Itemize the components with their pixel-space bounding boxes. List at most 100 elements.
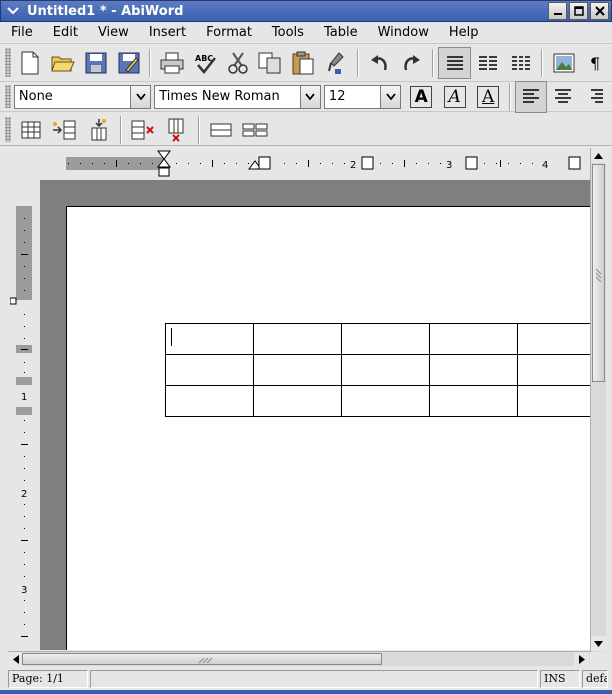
vertical-scroll-thumb[interactable]: [592, 164, 605, 382]
minimize-button[interactable]: [548, 2, 567, 20]
open-button[interactable]: [47, 47, 80, 79]
table-cell[interactable]: [253, 385, 342, 417]
table-toolbar: [0, 114, 612, 146]
style-value: None: [18, 88, 53, 104]
vertical-ruler[interactable]: 1 2 3: [9, 180, 40, 650]
align-right-button[interactable]: [580, 81, 612, 113]
horizontal-ruler[interactable]: 1 2 3 4: [10, 149, 590, 180]
chevron-down-icon[interactable]: [299, 85, 320, 108]
toolbar-grip[interactable]: [5, 117, 11, 142]
table-cell[interactable]: [253, 323, 342, 355]
table-cell[interactable]: [429, 354, 518, 386]
table-cell[interactable]: [429, 323, 518, 355]
save-as-button[interactable]: [112, 47, 145, 79]
table-cell[interactable]: [341, 323, 430, 355]
font-combo[interactable]: Times New Roman: [154, 84, 321, 109]
table-cell[interactable]: [517, 323, 590, 355]
open-folder-icon: [51, 56, 75, 71]
document-table[interactable]: [165, 323, 590, 417]
column-marker-icon[interactable]: [361, 156, 374, 170]
chevron-down-icon[interactable]: [130, 85, 151, 108]
format-toolbar: None Times New Roman 12 A A A: [0, 80, 612, 113]
save-button[interactable]: [80, 47, 113, 79]
window-menu-icon[interactable]: [3, 1, 23, 21]
table-cell[interactable]: [165, 323, 254, 355]
redo-button[interactable]: [396, 47, 429, 79]
menu-view[interactable]: View: [86, 25, 137, 40]
menu-insert[interactable]: Insert: [137, 25, 194, 40]
insert-mode-indicator[interactable]: INS: [540, 670, 580, 688]
style-combo[interactable]: None: [13, 84, 152, 109]
toolbar-grip[interactable]: [5, 84, 11, 109]
scroll-right-button[interactable]: [574, 652, 589, 667]
delete-row-button[interactable]: [126, 114, 160, 146]
standard-toolbar: ABC ¶: [0, 44, 612, 82]
italic-button[interactable]: A: [442, 85, 468, 109]
table-cell[interactable]: [253, 354, 342, 386]
table-cell[interactable]: [517, 385, 590, 417]
table-cell[interactable]: [165, 354, 254, 386]
copy-button[interactable]: [254, 47, 287, 79]
scroll-up-button[interactable]: [591, 148, 606, 163]
chevron-down-icon[interactable]: [380, 85, 401, 108]
split-cells-icon: [242, 123, 268, 136]
ruler-label-3: 3: [446, 160, 452, 171]
menu-edit[interactable]: Edit: [41, 25, 86, 40]
split-cells-button[interactable]: [238, 114, 272, 146]
toolbar-separator: [541, 48, 544, 77]
vertical-scrollbar[interactable]: [590, 148, 606, 652]
document-area[interactable]: [40, 180, 590, 650]
merge-cells-button[interactable]: [204, 114, 238, 146]
scroll-down-button[interactable]: [591, 636, 606, 651]
vertical-ruler-scale: 1 2 3: [9, 206, 32, 650]
table-cell[interactable]: [517, 354, 590, 386]
column-marker-icon[interactable]: [465, 156, 478, 170]
menu-file[interactable]: File: [0, 25, 41, 40]
toolbar-separator: [198, 115, 200, 144]
one-column-button[interactable]: [438, 46, 472, 79]
toolbar-grip[interactable]: [5, 47, 11, 78]
format-painter-button[interactable]: [320, 47, 353, 79]
menu-tools[interactable]: Tools: [260, 25, 312, 40]
horizontal-scroll-thumb[interactable]: [22, 653, 382, 665]
svg-text:¶: ¶: [590, 54, 600, 73]
cut-button[interactable]: [221, 47, 254, 79]
new-button[interactable]: [14, 47, 47, 79]
show-paragraphs-button[interactable]: ¶: [580, 47, 612, 79]
delete-column-button[interactable]: [160, 114, 194, 146]
insert-column-button[interactable]: [82, 114, 116, 146]
undo-button[interactable]: [363, 47, 396, 79]
spellcheck-button[interactable]: ABC: [188, 47, 221, 79]
scroll-left-button[interactable]: [8, 652, 23, 667]
table-cell[interactable]: [341, 385, 430, 417]
insert-table-button[interactable]: [14, 114, 48, 146]
table-cell[interactable]: [429, 385, 518, 417]
close-button[interactable]: [590, 2, 609, 20]
column-marker-icon[interactable]: [568, 156, 581, 170]
bold-button[interactable]: A: [408, 85, 434, 109]
margin-marker-icon[interactable]: [9, 297, 17, 305]
insert-row-button[interactable]: [48, 114, 82, 146]
vruler-label-3: 3: [21, 585, 27, 596]
menu-help[interactable]: Help: [437, 25, 487, 40]
align-left-button[interactable]: [514, 80, 548, 113]
font-size-combo[interactable]: 12: [323, 84, 402, 109]
two-columns-button[interactable]: [471, 47, 504, 79]
table-cell[interactable]: [165, 385, 254, 417]
table-cell[interactable]: [341, 354, 430, 386]
align-center-icon: [555, 88, 572, 103]
align-center-button[interactable]: [547, 81, 579, 113]
insert-image-button[interactable]: [547, 47, 580, 79]
menu-table[interactable]: Table: [312, 25, 366, 40]
print-button[interactable]: [155, 47, 188, 79]
menu-format[interactable]: Format: [194, 25, 260, 40]
delete-column-icon: [168, 118, 184, 142]
copy-icon: [258, 52, 281, 73]
menu-window[interactable]: Window: [366, 25, 437, 40]
three-columns-button[interactable]: [504, 47, 537, 79]
paste-button[interactable]: [287, 47, 320, 79]
maximize-button[interactable]: [569, 2, 588, 20]
underline-button[interactable]: A: [475, 85, 501, 109]
horizontal-scrollbar[interactable]: [8, 651, 590, 667]
document-page[interactable]: [66, 206, 590, 650]
